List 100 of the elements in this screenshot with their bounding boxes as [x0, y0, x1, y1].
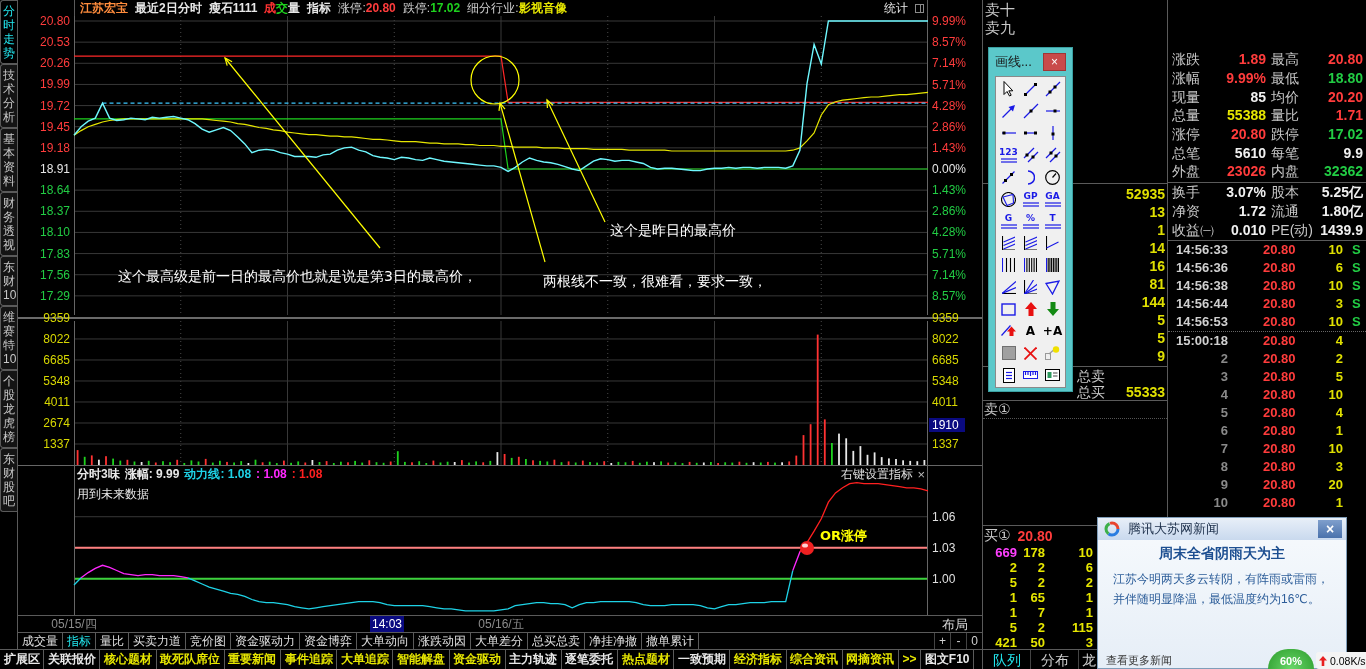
trade-price: 20.80: [1263, 296, 1296, 312]
annotation-text: 这个是昨日的最高价: [610, 222, 736, 238]
close-button[interactable]: ×: [1318, 520, 1342, 538]
vertical-lines-icon: [1024, 258, 1037, 272]
toolbox-title: 画线...: [995, 53, 1032, 71]
header-text: 最近2日分时: [135, 0, 202, 16]
trade-side: S: [1352, 260, 1361, 276]
drawing-tool-button[interactable]: A: [1019, 320, 1042, 342]
square-icon: [1001, 346, 1016, 360]
hatched-box-icon: [1001, 235, 1016, 251]
upload-arrow-icon: [1319, 655, 1327, 666]
drawing-tool-button[interactable]: +A: [1041, 320, 1064, 342]
panel-tab[interactable]: 扩展区: [0, 650, 45, 669]
queue-order-size: 421: [995, 635, 1017, 650]
panel-tab[interactable]: 核心题材: [100, 650, 157, 669]
total-label: 总买: [1077, 384, 1105, 400]
stat-label: 内盘: [1271, 163, 1299, 180]
drawing-tool-button[interactable]: GA: [1041, 188, 1064, 210]
ball-icon: [800, 541, 814, 555]
percent-axis-label: 4.28%: [932, 225, 967, 240]
indicator-value: : 1.08: [291, 467, 323, 482]
queue-order-size: 178: [1023, 545, 1045, 560]
stat-label: 涨幅: [1172, 70, 1200, 87]
drawing-tool-button[interactable]: G: [997, 210, 1020, 232]
percent-axis-label: 2.86%: [932, 204, 967, 219]
cross-icon: [1024, 346, 1037, 360]
drawing-tool-button[interactable]: GP: [1019, 188, 1042, 210]
sidebar-tab[interactable]: 技术分析: [0, 64, 17, 128]
queue-order-size: 1: [1009, 605, 1017, 620]
header-label: 跌停:: [402, 1, 431, 15]
date-label: 05/16/五: [478, 617, 524, 631]
indicator-axis-label: 1.00: [932, 571, 956, 586]
price-level-label: 卖十: [985, 1, 1015, 18]
indicator-value: : 1.08: [256, 467, 287, 482]
panel-tab[interactable]: 敢死队席位: [156, 650, 225, 669]
panel-tab[interactable]: 经济指标: [730, 650, 787, 669]
drawing-tool-button[interactable]: %: [1019, 210, 1042, 232]
panel-tab[interactable]: 重要新闻: [224, 650, 281, 669]
drawing-tool-button[interactable]: 123: [997, 144, 1020, 166]
double-line-icon: [1044, 201, 1061, 207]
volume-axis-label: 9359: [932, 311, 959, 325]
percent-axis-label: 5.71%: [932, 77, 967, 92]
ruler-icon: [1023, 371, 1038, 379]
panel-tab[interactable]: 智能解盘: [393, 650, 450, 669]
stat-label: 总量: [1172, 107, 1200, 124]
sidebar-tab[interactable]: 个股龙虎榜: [0, 370, 17, 448]
hatched-box-icon: [1023, 235, 1038, 251]
panel-tab[interactable]: 热点题材: [618, 650, 675, 669]
header-value: 20.80: [365, 1, 396, 15]
sidebar-tab[interactable]: 财务透视: [0, 192, 17, 256]
sidebar-tab[interactable]: 东财股吧: [0, 448, 17, 512]
trade-time: 15:00:18: [1175, 333, 1228, 349]
close-button[interactable]: ×: [1043, 53, 1066, 71]
price-axis-label: 19.72: [39, 98, 70, 113]
queue-order-size: 50: [1030, 635, 1045, 650]
circle-marker: [470, 55, 520, 105]
panel-tab[interactable]: 综合资讯: [786, 650, 843, 669]
close-button[interactable]: ×: [917, 467, 925, 482]
trade-number: 8: [1220, 459, 1228, 475]
parallel-lines-icon: [1022, 147, 1039, 163]
price-axis-label: 17.56: [39, 267, 70, 282]
sidebar-tab[interactable]: 东财10: [0, 256, 17, 306]
sidebar-tab[interactable]: 维赛特10: [0, 306, 17, 370]
price-axis-label: 19.18: [39, 140, 70, 155]
header-label: 细分行业:: [467, 1, 519, 15]
sidebar-tab[interactable]: 基本资料: [0, 128, 17, 192]
sidebar-tab[interactable]: 分时走势: [0, 0, 17, 64]
price-axis-label: 19.99: [39, 77, 70, 92]
split-square-icon[interactable]: [915, 3, 924, 13]
queue-order-size: 2: [1037, 620, 1045, 635]
stat-value: 20.20: [1327, 88, 1363, 105]
order-volume: 1: [1157, 222, 1165, 238]
double-line-icon: [1022, 201, 1039, 207]
order-volume: 52935: [1126, 186, 1165, 202]
stats-button[interactable]: 统计: [884, 1, 908, 15]
order-volume: 13: [1149, 204, 1165, 220]
header-label: 涨停:: [338, 1, 366, 15]
trade-price: 20.80: [1263, 477, 1296, 493]
percent-axis-label: 5.71%: [932, 246, 967, 261]
queue-order-size: 1: [1009, 590, 1017, 605]
more-news-link[interactable]: 查看更多新闻: [1106, 654, 1172, 667]
panel-tab[interactable]: 关联报价: [44, 650, 101, 669]
trade-time: 14:56:38: [1175, 278, 1228, 294]
queue-order-size: 1: [1085, 590, 1093, 605]
volume-axis-label: 4011: [932, 395, 958, 409]
drawing-tool-button[interactable]: T: [1041, 210, 1064, 232]
arc-icon: [1026, 169, 1035, 185]
angle-line-icon: [1046, 236, 1059, 250]
indicator-note: 用到未来数据: [77, 487, 149, 502]
queue-price: 20.80: [1017, 527, 1053, 544]
pointer-icon: [1003, 81, 1014, 97]
percent-axis-label: 7.14%: [932, 56, 967, 71]
order-volume: 5: [1157, 312, 1165, 328]
date-label: 05/15/四: [51, 617, 97, 631]
trade-volume: 10: [1328, 441, 1343, 457]
stat-value: 5.25亿: [1321, 184, 1363, 201]
stat-value: 17.02: [1327, 126, 1363, 143]
stat-label: 现量: [1172, 88, 1200, 105]
panel-tab[interactable]: 主力轨迹: [505, 650, 562, 669]
layout-button[interactable]: 布局: [942, 616, 968, 632]
